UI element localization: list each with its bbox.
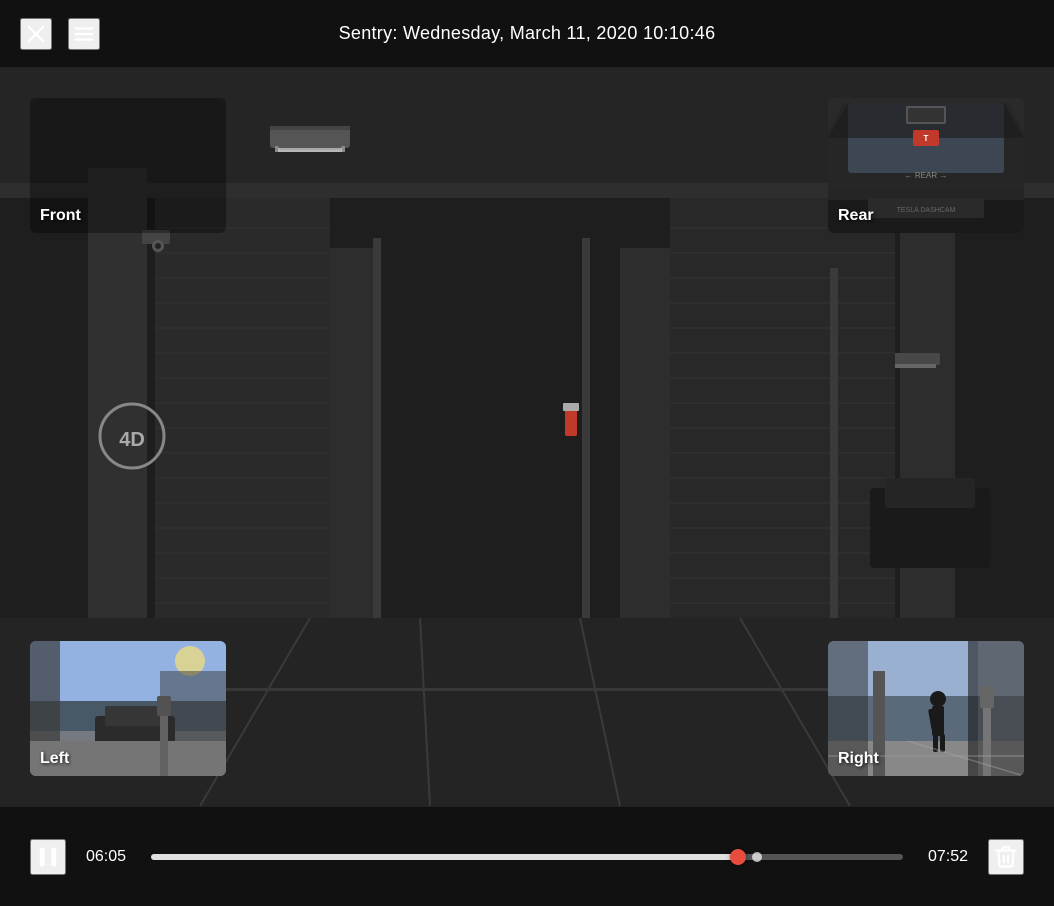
svg-text:TESLA DASHCAM: TESLA DASHCAM (897, 207, 956, 214)
svg-text:T: T (924, 134, 929, 143)
play-pause-button[interactable] (30, 839, 66, 875)
controls-bar: 06:05 07:52 (0, 806, 1054, 906)
menu-button[interactable] (68, 18, 100, 50)
main-video-front[interactable]: 4D Front (0, 68, 1054, 806)
front-camera-label: Front (40, 207, 81, 225)
close-button[interactable] (20, 18, 52, 50)
progress-fill (151, 854, 738, 860)
svg-text:← REAR →: ← REAR → (905, 171, 948, 180)
video-container: 4D Front (0, 68, 1054, 806)
progress-thumb[interactable] (730, 849, 746, 865)
front-camera-area[interactable]: Front (30, 98, 226, 233)
left-camera-label: Left (40, 750, 69, 768)
svg-text:4D: 4D (119, 429, 145, 451)
rear-camera-label: Rear (838, 207, 874, 225)
right-camera-label: Right (838, 750, 879, 768)
current-time: 06:05 (86, 848, 131, 866)
progress-thumb-dot (752, 852, 762, 862)
left-camera-overlay[interactable]: Left (30, 641, 226, 776)
progress-bar[interactable] (151, 854, 903, 860)
delete-button[interactable] (988, 839, 1024, 875)
right-camera-overlay[interactable]: Right (828, 641, 1024, 776)
header-title: Sentry: Wednesday, March 11, 2020 10:10:… (339, 23, 716, 44)
rear-camera-overlay[interactable]: T TESLA DASHCAM ← REAR → Rear (828, 98, 1024, 233)
header: Sentry: Wednesday, March 11, 2020 10:10:… (0, 0, 1054, 68)
total-time: 07:52 (923, 848, 968, 866)
